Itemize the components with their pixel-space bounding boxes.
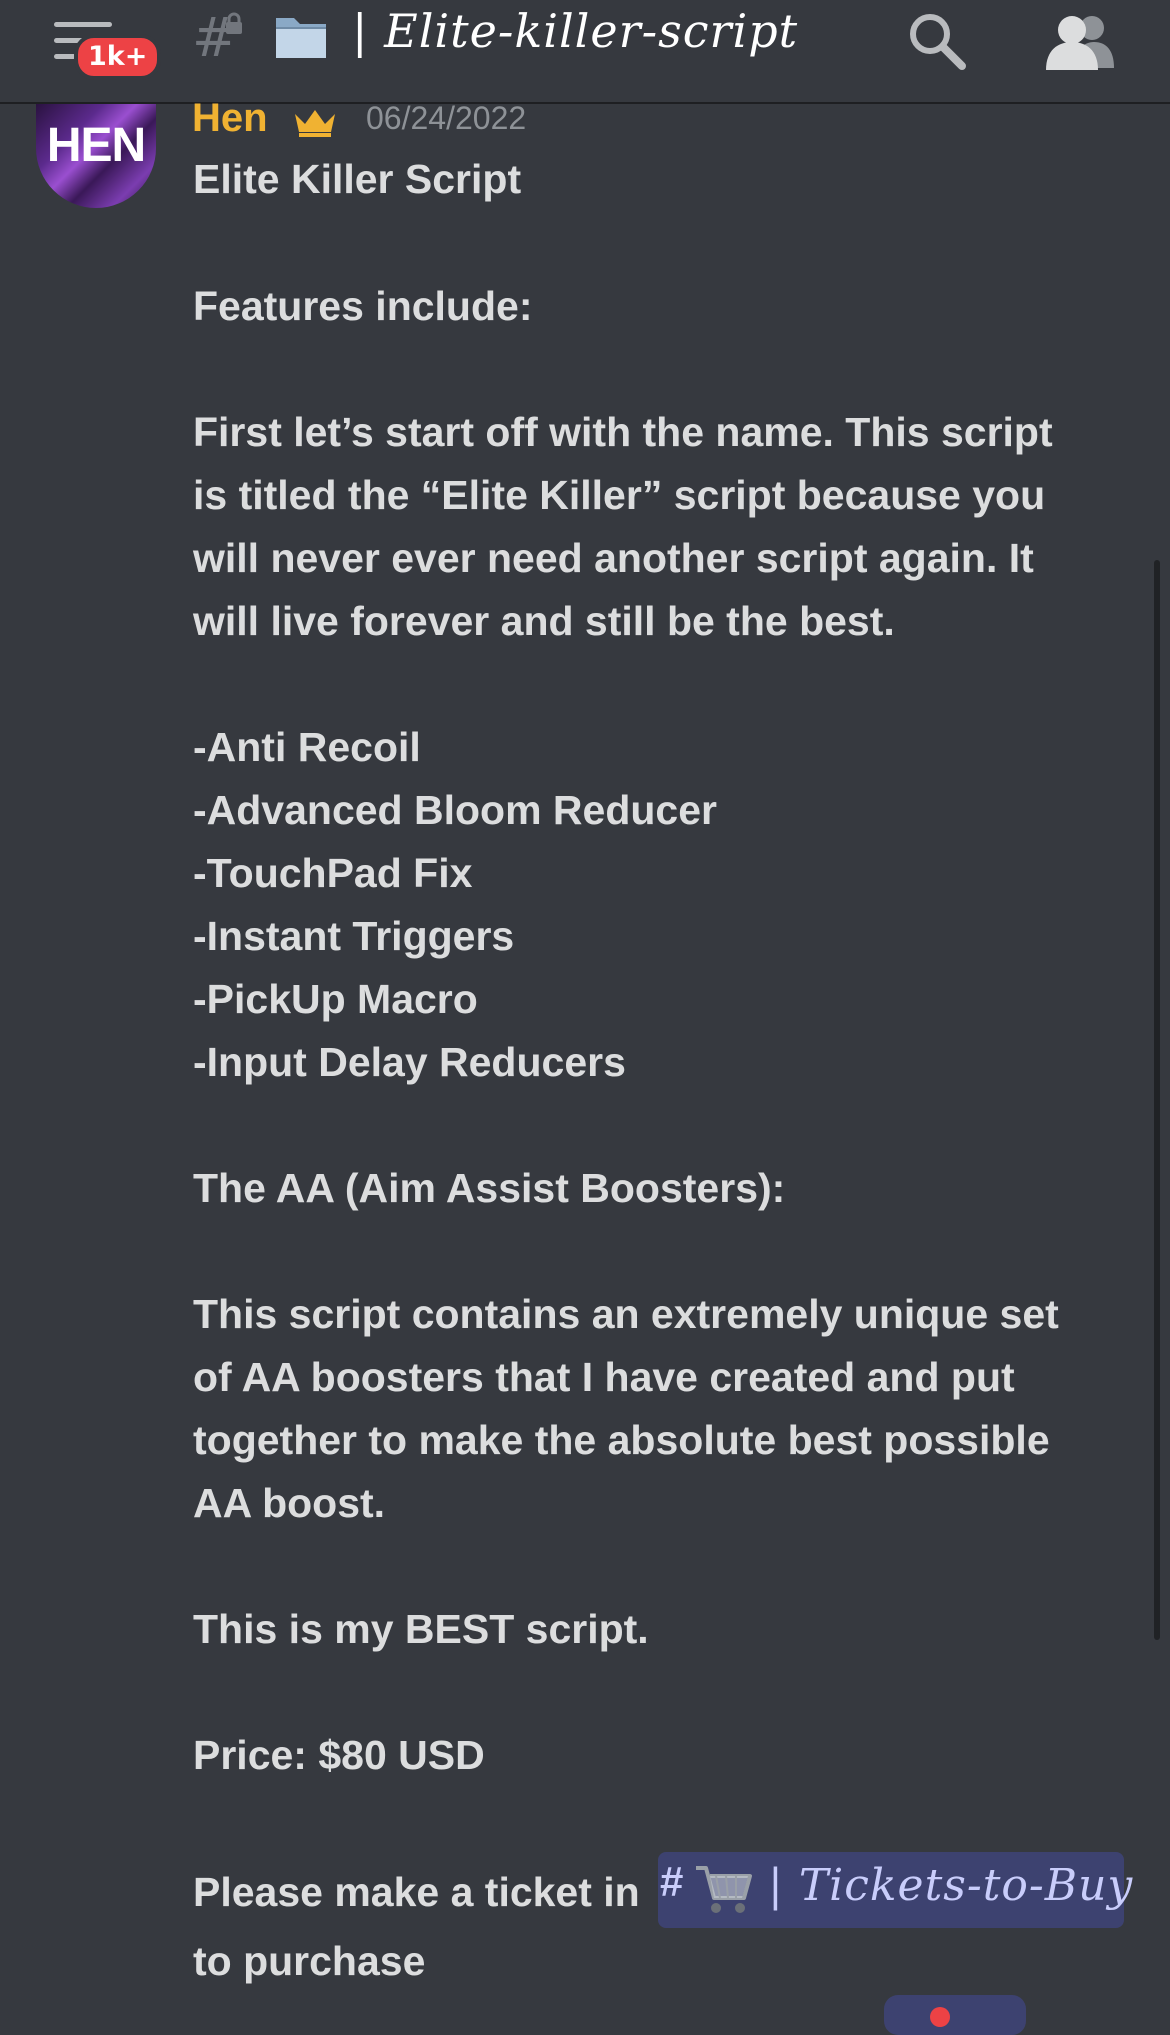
members-icon[interactable] [1044, 10, 1116, 72]
scrollbar[interactable] [1154, 560, 1160, 1640]
message-line: -Instant Triggers [193, 913, 515, 959]
message-line: to purchase [193, 1938, 426, 1984]
message-line: This is my BEST script. [193, 1606, 649, 1652]
search-icon[interactable] [906, 10, 968, 72]
mention-channel-name: | Tickets-to-Buy [768, 1860, 1133, 1911]
message-line: First let’s start off with the name. Thi… [193, 409, 1053, 455]
message-line: of AA boosters that I have created and p… [193, 1354, 1015, 1400]
reaction-pill[interactable] [884, 1995, 1026, 2035]
shopping-cart-icon [696, 1866, 752, 1913]
channel-name: Elite-killer-script [384, 4, 799, 58]
avatar[interactable]: HEN [36, 104, 156, 208]
mention-separator: | [768, 1860, 784, 1911]
message-line: -TouchPad Fix [193, 850, 473, 896]
message-line: Please make a ticket in [193, 1869, 640, 1915]
message-line: will never ever need another script agai… [193, 535, 1034, 581]
message-line: -Advanced Bloom Reducer [193, 787, 717, 833]
channel-separator: | [352, 4, 369, 58]
reaction-emoji-icon [930, 2007, 950, 2027]
message-line: This script contains an extremely unique… [193, 1291, 1059, 1337]
avatar-logo-text: HEN [46, 119, 146, 172]
message-line: Price: $80 USD [193, 1732, 485, 1778]
mention-hash: # [660, 1858, 684, 1905]
channel-mention-tickets-to-buy[interactable]: # | Tickets-to-Buy [658, 1852, 1132, 1928]
message-line: The AA (Aim Assist Boosters): [193, 1165, 786, 1211]
message-line: -Anti Recoil [193, 724, 421, 770]
top-bar: 1k+ # | Elite-killer-script [0, 0, 1170, 104]
message-line: together to make the absolute best possi… [193, 1417, 1050, 1463]
message-line: will live forever and still be the best. [193, 598, 895, 644]
message-line: -PickUp Macro [193, 976, 478, 1022]
notification-badge: 1k+ [74, 34, 162, 80]
message-timestamp: 06/24/2022 [366, 100, 527, 136]
message-line: Elite Killer Script [193, 156, 522, 202]
lock-icon [226, 12, 242, 34]
folder-icon [276, 18, 326, 58]
mention-name-text: Tickets-to-Buy [798, 1860, 1134, 1911]
message-line: -Input Delay Reducers [193, 1039, 626, 1085]
channel-title: | Elite-killer-script [352, 4, 798, 58]
message-line: is titled the “Elite Killer” script beca… [193, 472, 1046, 518]
message-line: AA boost. [193, 1480, 386, 1526]
author-name[interactable]: Hen [192, 96, 268, 141]
message-line: Features include: [193, 283, 533, 329]
crown-icon [295, 110, 335, 137]
